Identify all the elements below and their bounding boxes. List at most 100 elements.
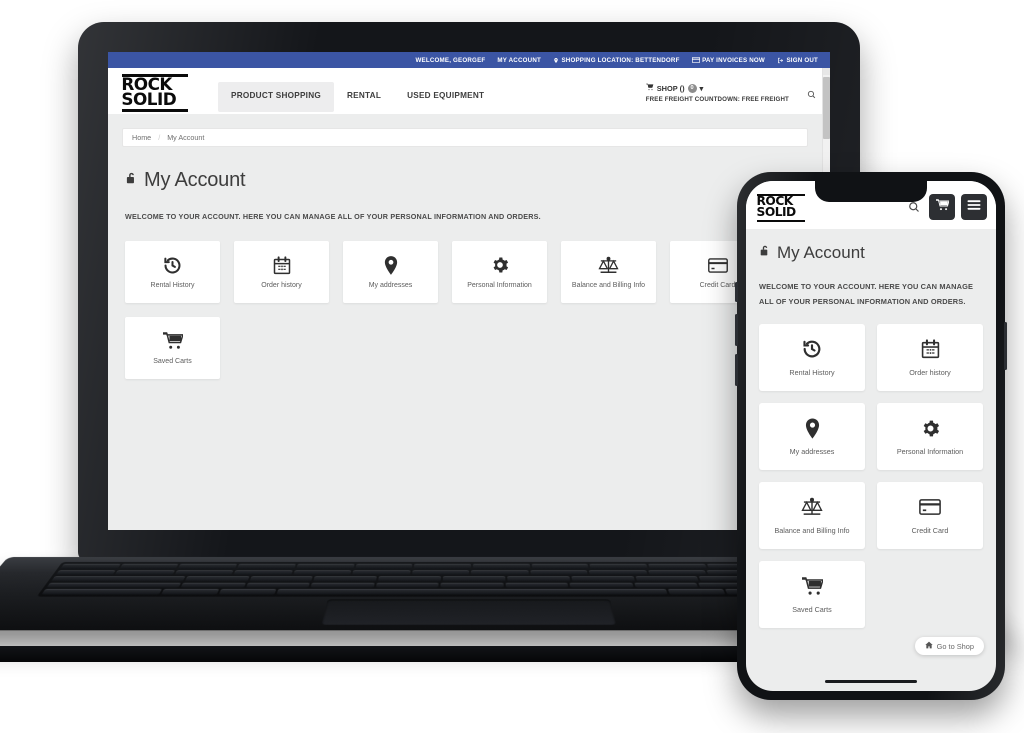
mobile-account-card-label: Balance and Billing Info xyxy=(774,526,850,536)
logo-bar-bottom xyxy=(757,219,805,223)
breadcrumb: Home / My Account xyxy=(122,128,808,147)
free-freight-countdown: FREE FREIGHT COUNTDOWN: FREE FREIGHT xyxy=(645,96,789,103)
page-content: Home / My Account My Account WELCOME TO … xyxy=(108,114,830,379)
account-card-label: Personal Information xyxy=(467,282,532,289)
topbar-my-account-label: MY ACCOUNT xyxy=(497,56,541,64)
site-logo[interactable]: ROCK SOLID xyxy=(108,68,218,112)
unlock-icon xyxy=(759,243,771,263)
home-icon xyxy=(924,641,933,651)
map-pin-icon xyxy=(553,57,559,64)
mobile-account-card-label: Order history xyxy=(909,368,951,378)
mobile-cart-button[interactable] xyxy=(929,194,955,220)
nav-tab-product-shopping[interactable]: PRODUCT SHOPPING xyxy=(218,82,334,112)
search-icon[interactable] xyxy=(905,201,923,213)
mobile-account-card-credit-card[interactable]: Credit Card xyxy=(877,482,983,550)
mobile-account-card-rental-history[interactable]: Rental History xyxy=(759,324,865,392)
account-card-rental-history[interactable]: Rental History xyxy=(125,241,220,303)
scales-icon xyxy=(801,496,823,518)
welcome-message: WELCOME TO YOUR ACCOUNT. HERE YOU CAN MA… xyxy=(125,212,541,221)
breadcrumb-separator: / xyxy=(158,133,161,142)
logo-mark: ROCK SOLID xyxy=(121,74,188,112)
account-card-label: Balance and Billing Info xyxy=(571,282,646,289)
mobile-account-card-label: My addresses xyxy=(789,447,835,457)
mobile-site-logo[interactable]: ROCK SOLID xyxy=(756,193,805,223)
gear-icon xyxy=(491,255,509,275)
mobile-account-card-my-addresses[interactable]: My addresses xyxy=(759,403,865,471)
phone-notch xyxy=(815,181,927,202)
mobile-account-card-label: Credit Card xyxy=(911,526,949,536)
logo-mark: ROCK SOLID xyxy=(756,193,805,223)
topbar-pay-invoices[interactable]: PAY INVOICES NOW xyxy=(691,56,765,64)
mobile-account-card-label: Personal Information xyxy=(896,447,964,457)
page-title: My Account xyxy=(125,169,808,192)
nav-tab-rental[interactable]: RENTAL xyxy=(334,82,394,112)
main-navigation: PRODUCT SHOPPING RENTAL USED EQUIPMENT xyxy=(218,82,497,112)
map-pin-icon xyxy=(805,417,820,439)
scroll-up-arrow[interactable] xyxy=(823,68,830,75)
gear-icon xyxy=(921,417,940,439)
nav-tab-product-shopping-label: PRODUCT SHOPPING xyxy=(231,91,321,100)
topbar-my-account-link[interactable]: MY ACCOUNT xyxy=(497,57,541,64)
phone-home-indicator xyxy=(825,679,917,683)
credit-card-icon xyxy=(919,496,941,518)
nav-tab-used-equipment-label: USED EQUIPMENT xyxy=(407,91,485,100)
account-card-order-history[interactable]: Order history xyxy=(234,241,329,303)
breadcrumb-item-home[interactable]: Home xyxy=(132,133,151,142)
screenshot-stage: WELCOME, GEORGEF MY ACCOUNT SHOPPING LOC… xyxy=(0,0,1024,733)
breadcrumb-item-my-account: My Account xyxy=(167,133,205,142)
shop-cart-button[interactable]: SHOP () 0 ▾ xyxy=(646,83,789,93)
account-card-label: Credit Card xyxy=(699,282,736,289)
account-card-label: My addresses xyxy=(368,282,413,289)
history-icon xyxy=(163,255,182,275)
scroll-thumb[interactable] xyxy=(823,77,830,139)
mobile-page-title: My Account xyxy=(759,243,983,263)
account-card-my-addresses[interactable]: My addresses xyxy=(343,241,438,303)
mobile-menu-button[interactable] xyxy=(961,194,987,220)
page-title-text: My Account xyxy=(144,169,246,191)
phone-volume-up-button xyxy=(735,314,738,346)
shopping-cart-icon xyxy=(935,198,950,216)
utility-topbar: WELCOME, GEORGEF MY ACCOUNT SHOPPING LOC… xyxy=(108,52,830,68)
mobile-page-title-text: My Account xyxy=(777,243,865,262)
mobile-account-card-personal-information[interactable]: Personal Information xyxy=(877,403,983,471)
account-card-balance-and-billing-info[interactable]: Balance and Billing Info xyxy=(561,241,656,303)
account-card-personal-information[interactable]: Personal Information xyxy=(452,241,547,303)
nav-tab-used-equipment[interactable]: USED EQUIPMENT xyxy=(394,82,497,112)
cart-block: SHOP () 0 ▾ FREE FREIGHT COUNTDOWN: FREE… xyxy=(646,83,789,103)
topbar-shopping-location[interactable]: SHOPPING LOCATION: BETTENDORF xyxy=(553,57,680,64)
site-header: ROCK SOLID PRODUCT SHOPPING RENTAL USED … xyxy=(108,68,830,114)
account-card-saved-carts[interactable]: Saved Carts xyxy=(125,317,220,379)
calendar-icon xyxy=(273,255,291,275)
shopping-cart-icon xyxy=(646,83,654,93)
logo-text-line2: SOLID xyxy=(756,205,797,220)
header-cart-area: SHOP () 0 ▾ FREE FREIGHT COUNTDOWN: FREE… xyxy=(646,83,830,104)
shopping-location-label: SHOPPING LOCATION: BETTENDORF xyxy=(561,56,680,64)
laptop-screen: WELCOME, GEORGEF MY ACCOUNT SHOPPING LOC… xyxy=(108,52,830,530)
search-icon[interactable] xyxy=(807,86,816,104)
welcome-user: WELCOME, GEORGEF xyxy=(415,57,485,64)
welcome-user-label: WELCOME, GEORGEF xyxy=(415,56,486,64)
credit-card-icon xyxy=(691,57,700,63)
sign-out-label: SIGN OUT xyxy=(786,56,818,64)
cart-count-badge: 0 xyxy=(687,83,697,93)
chevron-down-icon[interactable]: ▾ xyxy=(700,84,704,93)
calendar-icon xyxy=(921,338,940,360)
mobile-account-card-order-history[interactable]: Order history xyxy=(877,324,983,392)
desktop-page: WELCOME, GEORGEF MY ACCOUNT SHOPPING LOC… xyxy=(108,52,830,530)
unlock-icon xyxy=(125,169,138,192)
phone-volume-down-button xyxy=(735,354,738,386)
shopping-cart-icon xyxy=(801,575,823,597)
mobile-account-card-label: Saved Carts xyxy=(792,605,832,615)
laptop-trackpad xyxy=(321,599,617,625)
mobile-page-content: My Account WELCOME TO YOUR ACCOUNT. HERE… xyxy=(746,229,996,629)
phone-power-button xyxy=(1004,322,1007,370)
pay-invoices-label: PAY INVOICES NOW xyxy=(702,56,765,64)
mobile-account-card-balance-and-billing-info[interactable]: Balance and Billing Info xyxy=(759,482,865,550)
topbar-sign-out[interactable]: SIGN OUT xyxy=(777,57,818,64)
mobile-account-card-saved-carts[interactable]: Saved Carts xyxy=(759,561,865,629)
mobile-welcome-line-2: ALL OF YOUR PERSONAL INFORMATION AND ORD… xyxy=(759,297,966,307)
map-pin-icon xyxy=(384,255,398,275)
scales-icon xyxy=(598,255,619,275)
go-to-shop-button[interactable]: Go to Shop xyxy=(914,637,984,655)
sign-out-icon xyxy=(777,57,784,64)
